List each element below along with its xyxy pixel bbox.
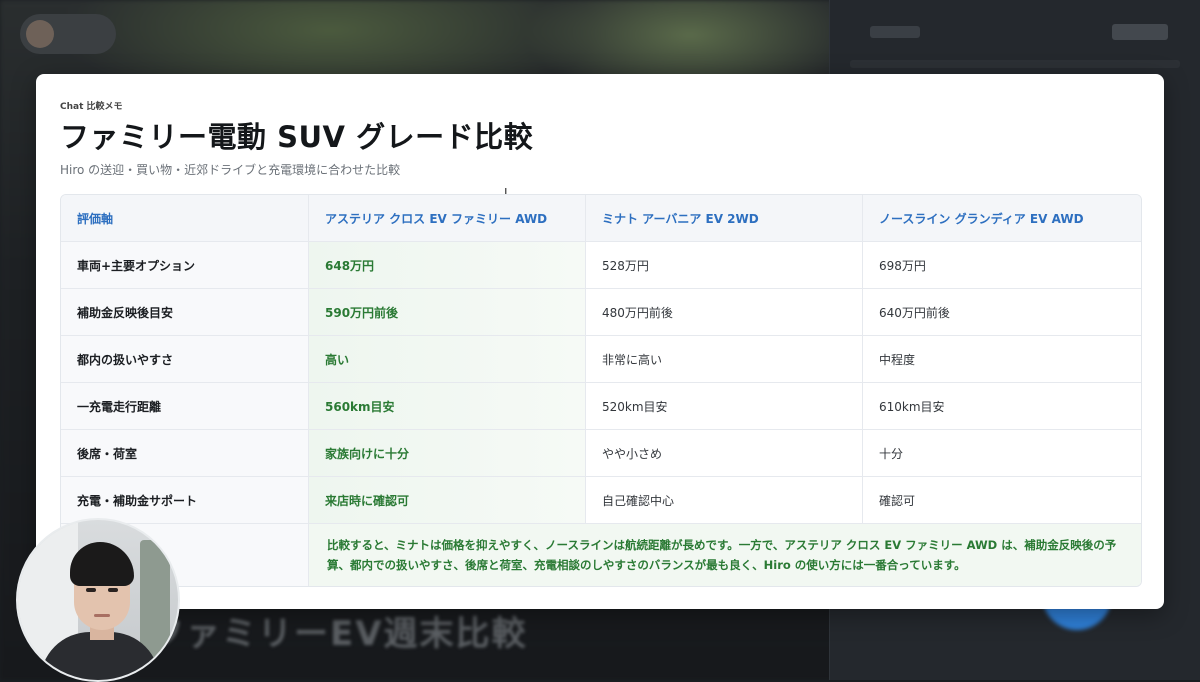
webcam-eye-left xyxy=(86,588,96,592)
cell-asteria: 家族向けに十分 xyxy=(309,430,586,477)
table-row: 一充電走行距離 560km目安 520km目安 610km目安 xyxy=(61,383,1141,430)
table-row: 後席・荷室 家族向けに十分 やや小さめ 十分 xyxy=(61,430,1141,477)
background-avatar xyxy=(26,20,54,48)
row-label: 補助金反映後目安 xyxy=(61,289,309,336)
summary-text: 比較すると、ミナトは価格を抑えやすく、ノースラインは航続距離が長めです。一方で、… xyxy=(309,524,1141,586)
table-row: 車両+主要オプション 648万円 528万円 698万円 xyxy=(61,242,1141,289)
webcam-bubble[interactable] xyxy=(16,518,180,682)
cell-asteria: 高い xyxy=(309,336,586,383)
row-label: 充電・補助金サポート xyxy=(61,477,309,524)
cell-northline: 610km目安 xyxy=(863,383,1141,430)
header-axis: 評価軸 xyxy=(61,195,309,242)
header-minato: ミナト アーバニア EV 2WD xyxy=(586,195,863,242)
header-northline: ノースライン グランディア EV AWD xyxy=(863,195,1141,242)
table-header-row: 評価軸 アステリア クロス EV ファミリー AWD ミナト アーバニア EV … xyxy=(61,195,1141,242)
row-label: 一充電走行距離 xyxy=(61,383,309,430)
cell-minato: 528万円 xyxy=(586,242,863,289)
comparison-card: Chat 比較メモ ファミリー電動 SUV グレード比較 Hiro の送迎・買い… xyxy=(36,74,1164,609)
cell-asteria: 560km目安 xyxy=(309,383,586,430)
cell-northline: 698万円 xyxy=(863,242,1141,289)
cell-minato: やや小さめ xyxy=(586,430,863,477)
background-heading: ファミリーEV週末比較 xyxy=(150,606,528,655)
background-panel-title xyxy=(870,26,920,38)
cell-asteria: 来店時に確認可 xyxy=(309,477,586,524)
cell-northline: 十分 xyxy=(863,430,1141,477)
background-panel-button xyxy=(1112,24,1168,40)
card-eyebrow: Chat 比較メモ xyxy=(60,99,123,112)
table-row: 都内の扱いやすさ 高い 非常に高い 中程度 xyxy=(61,336,1141,383)
cell-minato: 480万円前後 xyxy=(586,289,863,336)
cell-northline: 640万円前後 xyxy=(863,289,1141,336)
webcam-eye-right xyxy=(108,588,118,592)
background-panel-line xyxy=(850,60,1180,68)
comparison-table: 評価軸 アステリア クロス EV ファミリー AWD ミナト アーバニア EV … xyxy=(60,194,1142,587)
cell-minato: 自己確認中心 xyxy=(586,477,863,524)
webcam-mouth xyxy=(94,614,110,617)
cell-northline: 確認可 xyxy=(863,477,1141,524)
cell-asteria: 590万円前後 xyxy=(309,289,586,336)
summary-row: 比較すると、ミナトは価格を抑えやすく、ノースラインは航続距離が長めです。一方で、… xyxy=(61,524,1141,586)
webcam-person-hair xyxy=(70,542,134,586)
cell-minato: 520km目安 xyxy=(586,383,863,430)
webcam-panel xyxy=(140,540,170,660)
cell-minato: 非常に高い xyxy=(586,336,863,383)
page-subtitle: Hiro の送迎・買い物・近郊ドライブと充電環境に合わせた比較 xyxy=(60,161,400,178)
page-title: ファミリー電動 SUV グレード比較 xyxy=(60,114,533,156)
table-row: 補助金反映後目安 590万円前後 480万円前後 640万円前後 xyxy=(61,289,1141,336)
table-row: 充電・補助金サポート 来店時に確認可 自己確認中心 確認可 xyxy=(61,477,1141,524)
header-asteria: アステリア クロス EV ファミリー AWD xyxy=(309,195,586,242)
row-label: 都内の扱いやすさ xyxy=(61,336,309,383)
cell-asteria: 648万円 xyxy=(309,242,586,289)
row-label: 車両+主要オプション xyxy=(61,242,309,289)
row-label: 後席・荷室 xyxy=(61,430,309,477)
cell-northline: 中程度 xyxy=(863,336,1141,383)
